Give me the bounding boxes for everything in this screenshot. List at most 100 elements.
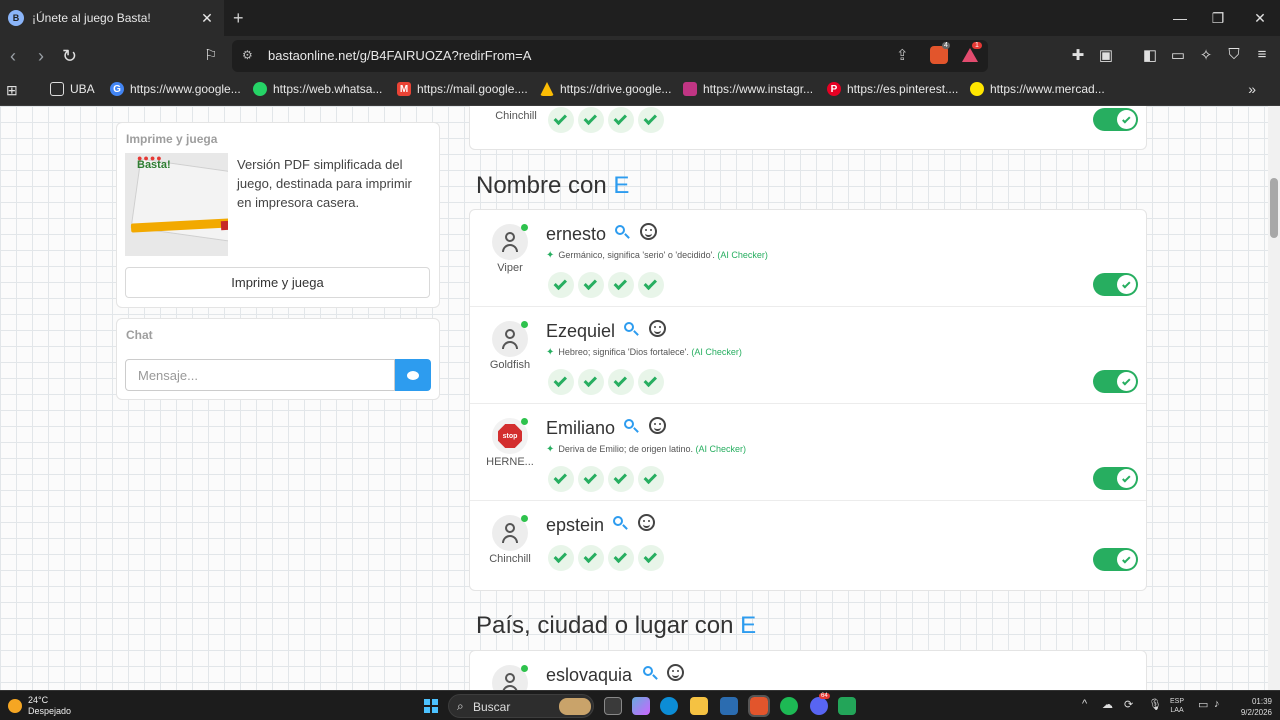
instagram-icon — [683, 82, 697, 96]
bookmark-whatsapp[interactable]: https://web.whatsa... — [253, 82, 382, 96]
pinterest-icon: P — [827, 82, 841, 96]
site-settings-icon[interactable]: ⚙ — [242, 48, 253, 62]
add-reaction-icon[interactable] — [667, 664, 684, 681]
vote-check-icon — [578, 466, 604, 492]
accept-toggle[interactable] — [1093, 548, 1138, 571]
online-status-dot — [521, 515, 528, 522]
more-bookmarks-icon[interactable]: » — [1248, 81, 1256, 97]
print-preview-image[interactable]: ●●●● Basta! — [125, 153, 228, 256]
forward-arrow-icon[interactable]: › — [38, 46, 44, 66]
edge-icon[interactable] — [660, 697, 678, 715]
ai-checker-label: (AI Checker) — [717, 250, 768, 260]
ai-checker-label: (AI Checker) — [691, 347, 742, 357]
page-scrollbar[interactable] — [1268, 106, 1280, 690]
bookmark-icon[interactable]: ⚐ — [204, 46, 217, 66]
search-icon[interactable] — [642, 665, 658, 681]
vote-check-icon — [638, 466, 664, 492]
scrollbar-thumb[interactable] — [1270, 178, 1278, 238]
add-reaction-icon[interactable] — [649, 417, 666, 434]
add-reaction-icon[interactable] — [638, 514, 655, 531]
add-reaction-icon[interactable] — [640, 223, 657, 240]
taskbar-search[interactable]: ⌕ Buscar — [448, 694, 594, 718]
vote-check-icon — [548, 272, 574, 298]
tray-overflow-icon[interactable]: ^ — [1082, 698, 1087, 710]
accept-toggle[interactable] — [1093, 370, 1138, 393]
extensions-icon[interactable]: ✚ — [1068, 46, 1088, 64]
bookmark-instagram[interactable]: https://www.instagr... — [683, 82, 813, 96]
browser-tab[interactable]: B ¡Únete al juego Basta! ✕ — [0, 0, 224, 36]
weather-widget[interactable]: 24°C Despejado — [8, 695, 71, 717]
bookmark-label: UBA — [70, 82, 95, 96]
keyboard-layout: LAA — [1170, 707, 1184, 714]
bookmark-mercadolibre[interactable]: https://www.mercad... — [970, 82, 1105, 96]
wifi-icon[interactable]: ▭ — [1198, 698, 1208, 711]
maximize-button[interactable]: ❐ — [1198, 0, 1238, 36]
chat-send-button[interactable] — [395, 359, 431, 391]
print-card-title: Imprime y juega — [126, 132, 218, 146]
wallet-icon[interactable]: ▭ — [1168, 46, 1188, 64]
answer-word: ernesto — [546, 224, 607, 244]
bookmark-drive[interactable]: https://drive.google... — [540, 82, 671, 96]
new-tab-button[interactable]: + — [233, 8, 244, 28]
language-indicator[interactable]: ESP LAA — [1170, 697, 1184, 715]
search-icon[interactable] — [623, 418, 639, 434]
close-window-button[interactable]: ✕ — [1240, 0, 1280, 36]
sync-icon[interactable]: ⟳ — [1124, 698, 1133, 711]
copilot-icon[interactable] — [632, 697, 650, 715]
ai-checker-line: ✦ Deriva de Emilio; de origen latino. (AI… — [546, 444, 746, 455]
ai-checker-line: ✦ Hebreo; significa 'Dios fortalece'. (AI… — [546, 347, 742, 358]
tab-close-icon[interactable]: ✕ — [198, 10, 216, 27]
microphone-icon[interactable]: 🎙 — [1148, 698, 1162, 711]
file-explorer-icon[interactable] — [690, 697, 708, 715]
discord-icon[interactable] — [810, 697, 828, 715]
bookmark-label: https://drive.google... — [560, 82, 672, 96]
print-description: Versión PDF simplificada del juego, dest… — [237, 157, 412, 210]
chat-message-input[interactable]: Mensaje... — [125, 359, 395, 391]
spotify-icon[interactable] — [780, 697, 798, 715]
answer-row: Chinchill epstein — [470, 501, 1146, 589]
task-view-icon[interactable] — [604, 697, 622, 715]
weather-sun-icon — [8, 699, 22, 713]
search-icon[interactable] — [614, 224, 630, 240]
back-arrow-icon[interactable]: ‹ — [10, 46, 16, 66]
vpn-shield-icon[interactable]: ⛉ — [1224, 46, 1244, 63]
reload-icon[interactable]: ↻ — [62, 46, 77, 66]
bookmark-uba[interactable]: UBA — [50, 82, 95, 96]
minimize-button[interactable]: — — [1160, 0, 1200, 36]
brave-rewards-icon[interactable] — [962, 48, 978, 62]
bookmark-label: https://web.whatsa... — [273, 82, 383, 96]
store-icon[interactable] — [720, 697, 738, 715]
windows-start-icon[interactable] — [424, 699, 438, 713]
apps-grid-icon[interactable]: ⊞ — [6, 82, 18, 99]
accept-toggle[interactable] — [1093, 273, 1138, 296]
search-icon[interactable] — [623, 321, 639, 337]
add-reaction-icon[interactable] — [649, 320, 666, 337]
vote-check-icon — [608, 466, 634, 492]
reader-mode-icon[interactable]: ▣ — [1096, 46, 1116, 64]
bookmark-pinterest[interactable]: P https://es.pinterest.... — [827, 82, 958, 96]
vote-check-icon — [548, 107, 574, 133]
print-and-play-button[interactable]: Imprime y juega — [125, 267, 430, 298]
volume-icon[interactable]: ♪ — [1214, 698, 1220, 710]
brave-taskbar-icon[interactable] — [748, 695, 770, 717]
mercadolibre-icon — [970, 82, 984, 96]
bookmark-google[interactable]: G https://www.google... — [110, 82, 241, 96]
url-text[interactable]: bastaonline.net/g/B4FAIRUOZA?redirFrom=A — [268, 48, 531, 63]
system-clock[interactable]: 01:39 9/2/2026 — [1232, 696, 1272, 718]
chat-app-icon[interactable] — [838, 697, 856, 715]
pencil-tip — [220, 220, 228, 231]
vote-check-icon — [548, 466, 574, 492]
leo-ai-icon[interactable]: ✧ — [1196, 46, 1216, 64]
sidebar-toggle-icon[interactable]: ◧ — [1140, 46, 1160, 64]
share-icon[interactable]: ⇪ — [896, 46, 909, 64]
vote-check-icon — [578, 545, 604, 571]
bookmark-label: https://mail.google.... — [417, 82, 528, 96]
accept-toggle[interactable] — [1093, 467, 1138, 490]
accept-toggle[interactable] — [1093, 108, 1138, 131]
section-title-text: País, ciudad o lugar con — [476, 612, 734, 639]
address-bar[interactable]: ⚙ bastaonline.net/g/B4FAIRUOZA?redirFrom… — [232, 40, 988, 72]
onedrive-icon[interactable]: ☁ — [1102, 698, 1113, 711]
bookmark-gmail[interactable]: M https://mail.google.... — [397, 82, 528, 96]
search-icon[interactable] — [612, 515, 628, 531]
menu-icon[interactable]: ≡ — [1252, 46, 1272, 63]
